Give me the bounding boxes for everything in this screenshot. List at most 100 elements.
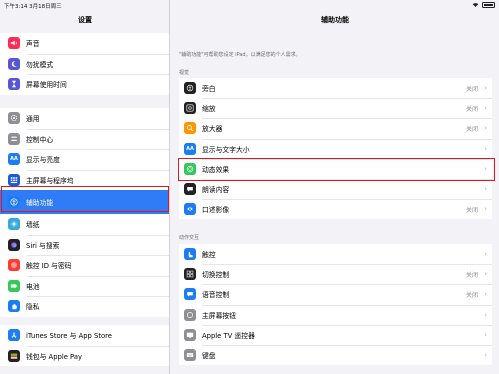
page-title: 辅助功能 [321, 16, 349, 24]
status-bar: 下午3:14 3月18日周三 [0, 0, 499, 10]
magnifier-icon [184, 122, 196, 135]
setting-label: 显示与文字大小 [202, 145, 250, 154]
chevron-right-icon: › [484, 124, 487, 133]
sidebar-item-hourglass[interactable]: 屏幕使用时间 [0, 74, 169, 95]
chevron-right-icon: › [484, 205, 487, 214]
setting-row-motion[interactable]: 动态效果 › [179, 158, 492, 179]
sidebar-item-label: 屏幕使用时间 [26, 81, 67, 90]
home-button-icon [184, 308, 196, 321]
setting-label: 放大器 [202, 125, 223, 134]
sidebar-item-fingerprint[interactable]: 触控 ID 与密码 [0, 255, 169, 276]
sidebar-item-label: 触控 ID 与密码 [26, 262, 72, 271]
sidebar-item-gear[interactable]: 通用 [0, 108, 169, 129]
setting-value: 关闭 [465, 125, 478, 133]
setting-label: 语音控制 [202, 291, 230, 300]
status-time: 下午3:14 3月18日周三 [4, 4, 62, 10]
sidebar-group-1: 声音勿扰模式屏幕使用时间 [0, 33, 169, 95]
chevron-right-icon: › [484, 104, 487, 113]
sidebar-item-control-center[interactable]: 控制中心 [0, 128, 169, 150]
sidebar-item-label: 声音 [26, 40, 40, 49]
chevron-right-icon: › [484, 84, 487, 93]
setting-value: 关闭 [465, 105, 478, 113]
setting-row-audio-description[interactable]: 口述影像 关闭 › [179, 199, 492, 219]
setting-label: 主屏幕按钮 [202, 311, 236, 320]
settings-sidebar: 设置 声音勿扰模式屏幕使用时间 通用控制中心 AA 显示与亮度主屏幕与程序坞辅助功能… [0, 0, 170, 374]
moon-icon [8, 57, 20, 70]
fingerprint-icon [8, 259, 20, 272]
vision-group: 旁白 关闭 › 缩放 关闭 › 放大器 关闭 › AA 显示与文字大小 › 动态效果 › 朗读内容 › 口述影像… [179, 78, 492, 220]
setting-row-text-size[interactable]: AA 显示与文字大小 › [179, 138, 492, 159]
voiceover-icon [184, 82, 196, 95]
chevron-right-icon: › [484, 250, 487, 259]
sidebar-item-label: iTunes Store 与 App Store [26, 332, 112, 341]
touch-icon [184, 248, 196, 261]
setting-label: 触控 [202, 251, 216, 260]
setting-row-switch-control[interactable]: 切换控制 关闭 › [179, 264, 492, 284]
wifi-icon [472, 3, 479, 7]
hourglass-icon [8, 78, 20, 91]
vision-section-header: 视觉 [179, 70, 190, 76]
sidebar-item-app-store[interactable]: iTunes Store 与 App Store [0, 325, 169, 346]
setting-label: Apple TV 遥控器 [202, 331, 255, 340]
speaker-icon [8, 37, 20, 50]
sidebar-item-siri[interactable]: Siri 与搜索 [0, 234, 169, 256]
app-store-icon [8, 329, 20, 342]
chevron-right-icon: › [484, 330, 487, 339]
sidebar-title: 设置 [78, 16, 92, 24]
setting-label: 旁白 [202, 85, 216, 94]
chevron-right-icon: › [484, 144, 487, 153]
sidebar-item-battery[interactable]: 电池 [0, 275, 169, 297]
sidebar-item-accessibility[interactable]: 辅助功能 [0, 190, 169, 214]
sidebar-group-2: 通用控制中心 AA 显示与亮度主屏幕与程序坞辅助功能墙纸 Siri 与搜索触控 ID … [0, 108, 169, 317]
battery-icon [8, 279, 20, 292]
setting-row-keyboard[interactable]: 键盘 › [179, 344, 492, 365]
sidebar-item-speaker[interactable]: 声音 [0, 33, 169, 54]
keyboard-icon [184, 349, 196, 362]
setting-label: 动态效果 [202, 165, 230, 174]
sidebar-item-label: 勿扰模式 [26, 60, 54, 69]
accessibility-icon [8, 196, 20, 208]
battery-status-icon [482, 1, 495, 8]
setting-value: 关闭 [465, 85, 478, 93]
audio-description-icon [184, 203, 196, 216]
sidebar-item-home-screen[interactable]: 主屏幕与程序坞 [0, 169, 169, 191]
display-icon: AA [8, 153, 20, 166]
setting-row-remote[interactable]: Apple TV 遥控器 › [179, 324, 492, 345]
setting-label: 切换控制 [202, 271, 230, 280]
home-screen-icon [8, 173, 20, 186]
sidebar-item-wallpaper[interactable]: 墙纸 [0, 214, 169, 235]
sidebar-item-label: 主屏幕与程序坞 [26, 176, 74, 185]
interaction-section-header: 动作交互 [179, 235, 200, 241]
remote-icon [184, 328, 196, 341]
setting-value: 关闭 [465, 271, 478, 279]
sidebar-item-display[interactable]: AA 显示与亮度 [0, 149, 169, 170]
sidebar-item-hand[interactable]: 隐私 [0, 296, 169, 317]
sidebar-item-label: 控制中心 [26, 135, 54, 144]
sidebar-item-label: 显示与亮度 [26, 156, 60, 165]
chevron-right-icon: › [484, 290, 487, 299]
chevron-right-icon: › [484, 164, 487, 173]
setting-row-zoom[interactable]: 缩放 关闭 › [179, 98, 492, 118]
setting-row-voice-control[interactable]: 语音控制 关闭 › [179, 284, 492, 304]
setting-row-voiceover[interactable]: 旁白 关闭 › [179, 78, 492, 98]
motion-icon [184, 162, 196, 175]
chevron-right-icon: › [484, 185, 487, 194]
setting-value: 关闭 [465, 206, 478, 214]
accessibility-pane: 辅助功能 "辅助功能"可帮助您设定 iPad，以满足您的个人需求。 视觉 旁白关… [171, 0, 499, 374]
voice-control-icon [184, 288, 196, 301]
setting-value: 关闭 [465, 291, 478, 299]
chevron-right-icon: › [484, 270, 487, 279]
gear-icon [8, 112, 20, 125]
interaction-group: 触控 › 切换控制 关闭 › 语音控制 关闭 › 主屏幕按钮 › Apple TV 遥控器 › 键盘 › [179, 244, 492, 366]
sidebar-item-label: 通用 [26, 115, 40, 124]
sidebar-item-moon[interactable]: 勿扰模式 [0, 53, 169, 75]
setting-row-magnifier[interactable]: 放大器 关闭 › [179, 118, 492, 138]
setting-label: 朗读内容 [202, 186, 230, 195]
setting-row-home-button[interactable]: 主屏幕按钮 › [179, 304, 492, 325]
sidebar-item-wallet[interactable]: 钱包与 Apple Pay [0, 345, 169, 367]
setting-row-touch[interactable]: 触控 › [179, 244, 492, 264]
sidebar-item-label: 墙纸 [26, 221, 40, 230]
setting-row-speech-bubble[interactable]: 朗读内容 › [179, 178, 492, 199]
accessibility-description: "辅助功能"可帮助您设定 iPad，以满足您的个人需求。 [179, 52, 301, 58]
chevron-right-icon: › [484, 351, 487, 360]
